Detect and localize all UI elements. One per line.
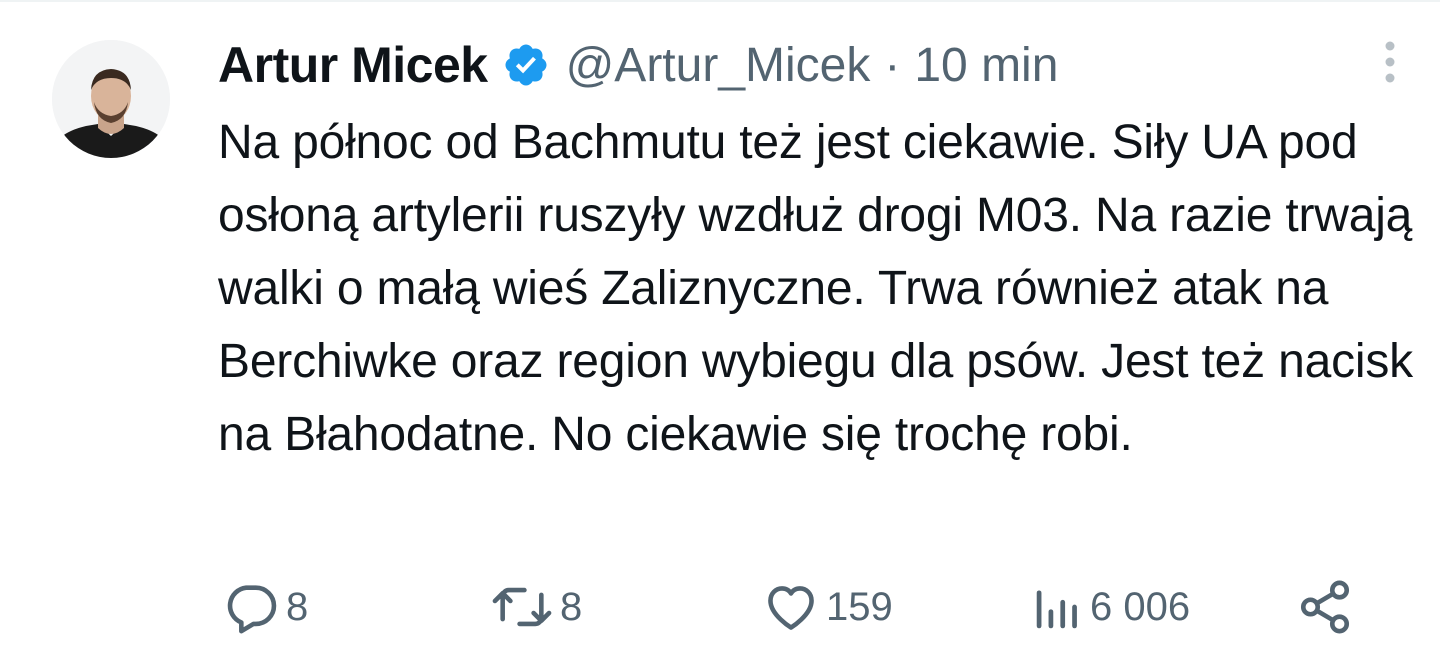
retweet-count: 8	[560, 584, 583, 629]
tweet-card[interactable]: Artur Micek @Artur_Micek · 10 min Na pół…	[0, 0, 1440, 656]
avatar-photo	[52, 40, 170, 158]
views-button[interactable]: 6 006	[1032, 572, 1190, 642]
views-chart-icon	[1032, 578, 1084, 636]
heart-icon	[762, 578, 820, 636]
share-icon	[1296, 578, 1354, 636]
more-vertical-icon[interactable]	[1378, 30, 1402, 94]
avatar[interactable]	[52, 40, 170, 158]
tweet-content: Artur Micek @Artur_Micek · 10 min Na pół…	[218, 32, 1413, 471]
separator-dot: ·	[884, 38, 901, 92]
retweet-icon	[490, 578, 554, 636]
tweet-timestamp[interactable]: 10 min	[914, 38, 1058, 93]
tweet-actions: 8 8 159 6 006	[222, 572, 1362, 642]
like-button[interactable]: 159	[762, 572, 893, 642]
views-count: 6 006	[1090, 584, 1191, 629]
tweet-text: Na północ od Bachmutu też jest ciekawie.…	[218, 116, 1413, 461]
reply-icon	[222, 578, 280, 636]
like-count: 159	[826, 584, 893, 629]
retweet-button[interactable]: 8	[490, 572, 582, 642]
author-name[interactable]: Artur Micek	[218, 36, 488, 94]
verified-badge-icon	[502, 41, 550, 89]
reply-button[interactable]: 8	[222, 572, 308, 642]
share-button[interactable]	[1296, 572, 1354, 642]
reply-count: 8	[286, 584, 309, 629]
author-handle[interactable]: @Artur_Micek	[566, 38, 871, 93]
tweet-header: Artur Micek @Artur_Micek · 10 min	[218, 32, 1408, 98]
